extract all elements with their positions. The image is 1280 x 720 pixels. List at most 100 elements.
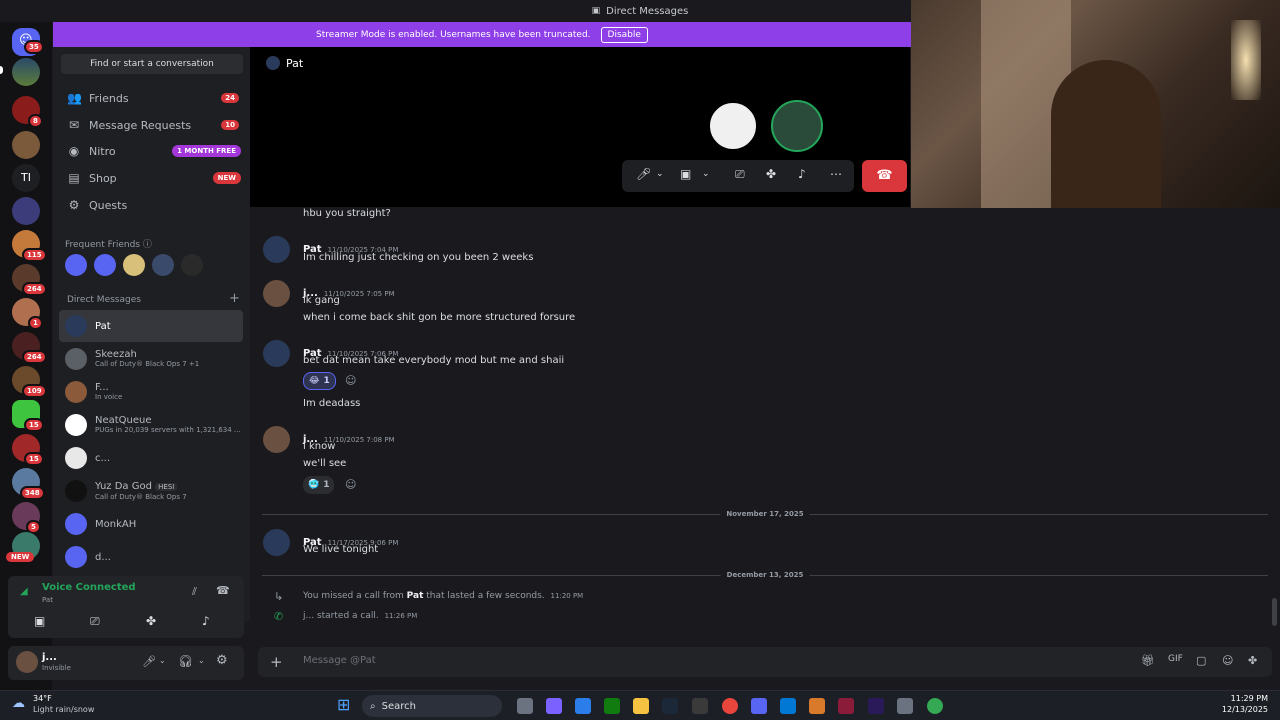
plus-icon[interactable]: +	[270, 653, 283, 671]
apps-icon[interactable]: ✤	[1248, 654, 1257, 667]
nav-shop[interactable]: ▤ Shop NEW	[59, 166, 243, 190]
message-input[interactable]: Message @Pat	[303, 655, 1103, 666]
find-conversation-button[interactable]: Find or start a conversation	[61, 54, 243, 74]
frequent-friend-avatar[interactable]	[94, 254, 116, 276]
file-explorer-icon[interactable]	[633, 698, 649, 714]
steam-icon[interactable]	[662, 698, 678, 714]
chevron-down-icon[interactable]: ⌄	[702, 169, 710, 179]
weather-temp[interactable]: 34°F	[33, 694, 52, 703]
sticker-icon[interactable]: ▢	[1196, 654, 1206, 667]
disconnect-icon[interactable]: ☎	[216, 584, 230, 597]
discord-icon[interactable]	[751, 698, 767, 714]
clock-time[interactable]: 11:29 PM	[1220, 694, 1268, 703]
camera-off-icon[interactable]: ▣	[680, 167, 691, 181]
xbox-icon[interactable]	[604, 698, 620, 714]
message-text: We live tonight	[303, 544, 379, 555]
nav-nitro[interactable]: ◉ Nitro 1 MONTH FREE	[59, 139, 243, 163]
chevron-down-icon[interactable]: ⌄	[656, 169, 664, 179]
reaction-count: 1	[323, 480, 330, 490]
author-avatar[interactable]	[263, 529, 290, 556]
premiere-icon[interactable]	[868, 698, 884, 714]
frequent-friend-avatar[interactable]	[123, 254, 145, 276]
app-icon[interactable]	[838, 698, 854, 714]
voice-status[interactable]: Voice Connected	[42, 582, 136, 593]
call-area: Pat 🎤︎ ⌄ ▣ ⌄ ⎚ ✤ ♪ ⋯ ☎	[250, 47, 910, 207]
scrollbar[interactable]	[1272, 598, 1277, 626]
call-participant-avatar[interactable]	[771, 100, 823, 152]
dm-item[interactable]: d...	[59, 541, 243, 573]
author-avatar[interactable]	[263, 236, 290, 263]
frequent-friend-avatar[interactable]	[65, 254, 87, 276]
chevron-down-icon[interactable]: ⌄	[159, 656, 166, 665]
activities-icon[interactable]: ✤	[766, 167, 776, 181]
voice-channel[interactable]: Pat	[42, 596, 53, 604]
microphone-icon[interactable]: 🎤︎	[142, 655, 156, 668]
screenshare-icon[interactable]: ⎚	[90, 614, 100, 629]
leave-call-button[interactable]: ☎	[862, 160, 907, 192]
server-icon[interactable]	[12, 131, 40, 159]
server-icon[interactable]: TI	[12, 164, 40, 192]
store-icon[interactable]	[575, 698, 591, 714]
reaction[interactable]: 😂 1	[303, 372, 336, 390]
dm-item-pat[interactable]: Pat	[59, 310, 243, 342]
user-avatar[interactable]	[16, 651, 38, 673]
chevron-down-icon[interactable]: ⌄	[198, 656, 205, 665]
unread-badge: 35	[24, 40, 44, 54]
server-icon[interactable]	[12, 58, 40, 86]
copilot-icon[interactable]	[546, 698, 562, 714]
app-icon[interactable]	[809, 698, 825, 714]
reaction[interactable]: 🥶 1	[303, 476, 335, 494]
gif-icon[interactable]: GIF	[1168, 654, 1183, 664]
frequent-friend-avatar[interactable]	[181, 254, 203, 276]
banner-text: Streamer Mode is enabled. Usernames have…	[316, 29, 591, 40]
dm-item[interactable]: F... In voice	[59, 376, 243, 408]
author-avatar[interactable]	[263, 340, 290, 367]
microphone-icon[interactable]: 🎤︎	[636, 167, 651, 181]
noise-suppression-icon[interactable]: ⫽	[192, 585, 197, 599]
gift-icon[interactable]: 🎁︎	[1141, 654, 1155, 667]
weather-desc[interactable]: Light rain/snow	[33, 705, 94, 714]
dm-window-icon: ▣	[591, 6, 601, 16]
nav-quests[interactable]: ⚙ Quests	[59, 193, 243, 217]
soundboard-icon[interactable]: ♪	[798, 167, 806, 181]
app-icon[interactable]	[897, 698, 913, 714]
weather-icon[interactable]: ☁	[12, 696, 25, 711]
nav-friends[interactable]: 👥 Friends 24	[59, 86, 243, 110]
author-avatar[interactable]	[263, 280, 290, 307]
vscode-icon[interactable]	[780, 698, 796, 714]
more-icon[interactable]: ⋯	[830, 167, 842, 181]
emoji-icon[interactable]: ☺	[1222, 654, 1233, 667]
chrome-icon[interactable]	[927, 698, 943, 714]
call-participant-avatar[interactable]	[707, 100, 759, 152]
dm-item[interactable]: MonkAH	[59, 508, 243, 540]
clock-date[interactable]: 12/13/2025	[1210, 705, 1268, 714]
author-avatar[interactable]	[263, 426, 290, 453]
gear-icon[interactable]: ⚙	[216, 653, 228, 668]
date-divider: December 13, 2025	[262, 571, 1268, 579]
app-icon[interactable]	[692, 698, 708, 714]
dm-item[interactable]: Skeezah Call of Duty® Black Ops 7 +1	[59, 343, 243, 375]
message-input-bar: + Message @Pat 🎁︎ GIF ▢ ☺ ✤	[258, 647, 1272, 677]
disable-button[interactable]: Disable	[600, 26, 648, 43]
taskbar-search[interactable]: ⌕ Search	[362, 695, 502, 717]
create-dm-button[interactable]: +	[229, 291, 240, 306]
chrome-icon[interactable]	[722, 698, 738, 714]
windows-start-icon[interactable]: ⊞	[337, 695, 350, 714]
camera-icon[interactable]: ▣	[34, 614, 45, 628]
server-icon[interactable]	[12, 197, 40, 225]
activities-icon[interactable]: ✤	[146, 614, 156, 628]
add-reaction-icon[interactable]: ☺	[345, 374, 356, 387]
dm-item[interactable]: c...	[59, 442, 243, 474]
headphones-icon[interactable]: 🎧︎	[178, 654, 193, 668]
soundboard-icon[interactable]: ♪	[202, 614, 210, 628]
dm-item[interactable]: Yuz Da God HESI Call of Duty® Black Ops 7	[59, 475, 243, 507]
add-reaction-icon[interactable]: ☺	[345, 478, 356, 491]
screenshare-icon[interactable]: ⎚	[735, 167, 745, 182]
task-view-icon[interactable]	[517, 698, 533, 714]
frequent-friend-avatar[interactable]	[152, 254, 174, 276]
user-name: j...	[42, 652, 57, 663]
reaction-count: 1	[323, 376, 330, 386]
webcam-overlay	[911, 0, 1280, 208]
nav-message-requests[interactable]: ✉ Message Requests 10	[59, 113, 243, 137]
dm-item[interactable]: NeatQueue PUGs in 20,039 servers with 1,3…	[59, 409, 243, 441]
